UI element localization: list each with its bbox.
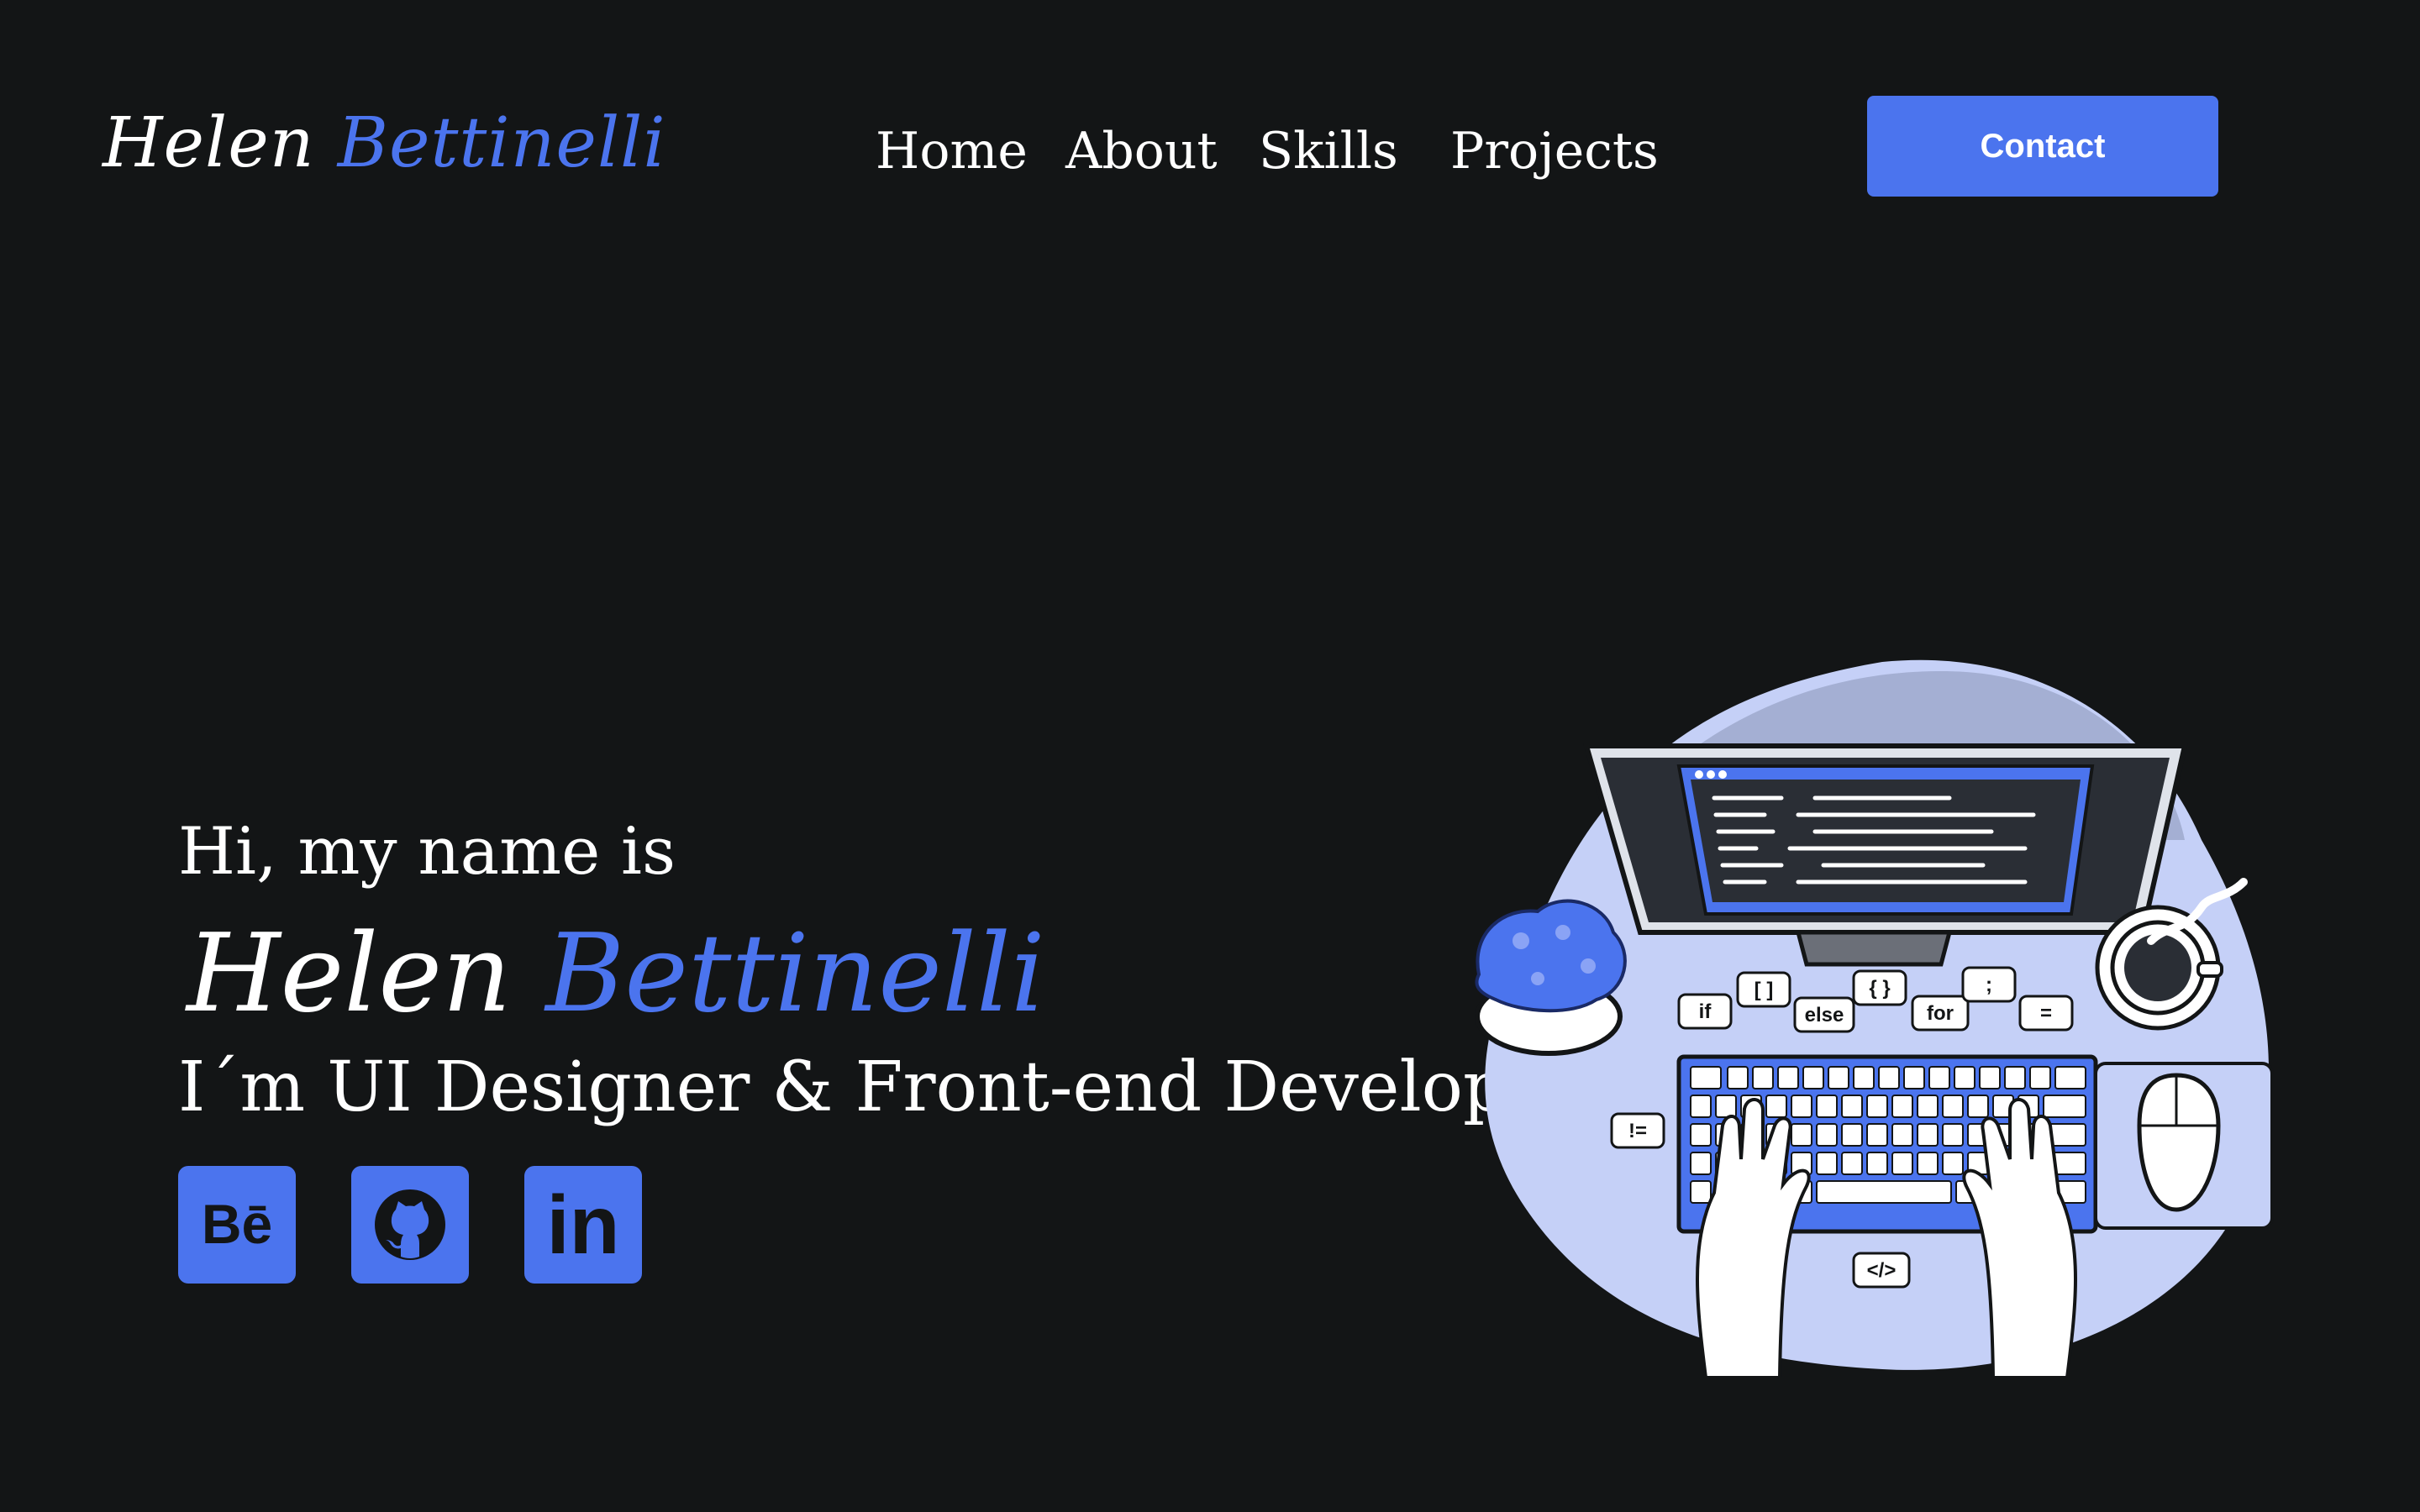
linkedin-icon: in: [546, 1181, 619, 1268]
github-icon: [375, 1189, 445, 1260]
bubble-tag: </>: [1852, 1252, 1911, 1289]
hero-first-name: Helen: [187, 911, 512, 1037]
contact-button[interactable]: Contact: [1867, 96, 2218, 197]
bubble-equals: =: [2018, 995, 2074, 1032]
nav-about[interactable]: About: [1065, 118, 1218, 185]
plant-icon: [1475, 899, 1627, 1056]
svg-text:if: if: [1699, 1000, 1712, 1023]
svg-text:[ ]: [ ]: [1754, 979, 1774, 1001]
svg-text:=: =: [2040, 1002, 2052, 1025]
logo-last-name: Bettinelli: [337, 103, 666, 183]
svg-text:in: in: [546, 1181, 619, 1268]
behance-link[interactable]: Bē: [178, 1166, 296, 1284]
bubble-braces: { }: [1852, 969, 1907, 1006]
svg-text:</>: </>: [1867, 1259, 1897, 1282]
hero-role: I´m UI Designer & Front-end Developer: [178, 1047, 1581, 1127]
svg-text:!=: !=: [1628, 1120, 1647, 1142]
bubble-if: if: [1677, 993, 1733, 1030]
hero-name: Helen Bettinelli: [187, 915, 1045, 1034]
hero-greeting: Hi, my name is: [178, 814, 676, 890]
bubble-else: else: [1793, 996, 1855, 1033]
svg-text:for: for: [1927, 1002, 1954, 1025]
logo-first-name: Helen: [103, 103, 315, 183]
monitor-icon: [1583, 743, 2188, 967]
nav-skills[interactable]: Skills: [1259, 118, 1398, 185]
svg-text:{ }: { }: [1869, 977, 1890, 1000]
hero-last-name: Bettinelli: [545, 911, 1045, 1037]
bubble-not-equals: !=: [1610, 1112, 1665, 1149]
svg-text:else: else: [1805, 1004, 1844, 1026]
svg-text:Bē: Bē: [202, 1193, 272, 1255]
nav-projects[interactable]: Projects: [1450, 118, 1659, 185]
nav-home[interactable]: Home: [876, 118, 1028, 185]
bubble-semicolon: ;: [1961, 966, 2017, 1003]
linkedin-link[interactable]: in: [524, 1166, 642, 1284]
github-link[interactable]: [351, 1166, 469, 1284]
bubble-brackets: [ ]: [1736, 971, 1791, 1008]
mouse-icon: [2094, 1062, 2274, 1230]
svg-text:;: ;: [1986, 974, 1992, 996]
behance-icon: Bē: [202, 1193, 272, 1255]
bubble-for: for: [1911, 995, 1970, 1032]
logo[interactable]: Helen Bettinelli: [103, 109, 666, 178]
coding-illustration: if [ ] else { } for ; = != </>: [1475, 659, 2274, 1378]
